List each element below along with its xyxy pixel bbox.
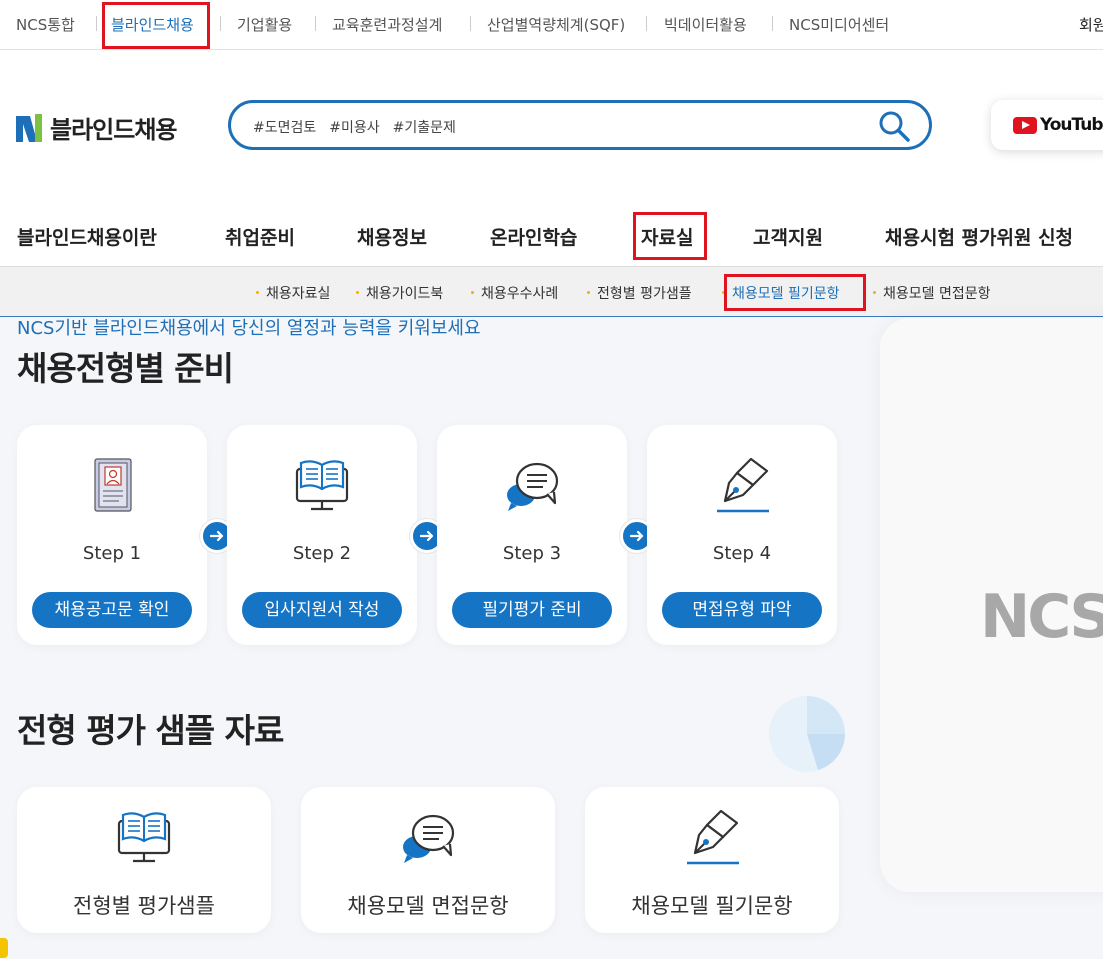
highlight-box [633, 212, 707, 260]
topbar-link-corporate[interactable]: 기업활용 [237, 14, 292, 35]
topbar-link-sqf[interactable]: 산업별역량체계(SQF) [487, 14, 625, 35]
top-utility-bar: NCS통합 블라인드채용 기업활용 교육훈련과정설계 산업별역량체계(SQF) … [0, 0, 1103, 50]
gnb-item-online-learning[interactable]: 온라인학습 [490, 223, 577, 250]
gnb-item-evaluator-apply[interactable]: 채용시험 평가위원 신청 [885, 223, 1073, 250]
chat-bubble-icon [403, 814, 455, 863]
topbar-divider [220, 16, 221, 31]
subnav-item-materials[interactable]: 채용자료실 [256, 283, 330, 303]
step-card-1[interactable]: Step 1 채용공고문 확인 [17, 425, 207, 645]
topbar-link-ncs[interactable]: NCS통합 [16, 14, 75, 35]
topbar-divider [772, 16, 773, 31]
search-tag[interactable]: #미용사 [329, 117, 379, 137]
step-button-application[interactable]: 입사지원서 작성 [242, 592, 402, 628]
step-button-job-posting[interactable]: 채용공고문 확인 [32, 592, 192, 628]
logo-text: 블라인드채용 [50, 116, 177, 144]
youtube-label: YouTube [1040, 115, 1103, 135]
corner-badge[interactable] [0, 938, 8, 958]
section-title-samples: 전형 평가 샘플 자료 [17, 711, 284, 750]
topbar-divider [470, 16, 471, 31]
step-label: Step 3 [502, 543, 562, 564]
site-logo[interactable]: 블라인드채용 [16, 110, 177, 145]
pen-nib-icon [687, 809, 739, 865]
step-card-2[interactable]: Step 2 입사지원서 작성 [227, 425, 417, 645]
youtube-play-icon [1013, 116, 1037, 134]
step-button-written-test[interactable]: 필기평가 준비 [452, 592, 612, 628]
gnb-item-recruit-info[interactable]: 채용정보 [357, 223, 427, 250]
subnav-item-guidebook[interactable]: 채용가이드북 [356, 283, 443, 303]
sample-card-written[interactable]: 채용모델 필기문항 [585, 787, 839, 933]
gnb-item-about[interactable]: 블라인드채용이란 [17, 223, 157, 250]
topbar-divider [315, 16, 316, 31]
sample-card-label: 채용모델 필기문항 [631, 894, 793, 918]
sub-navigation: 채용자료실 채용가이드북 채용우수사례 전형별 평가샘플 채용모델 필기문항 채… [0, 267, 1103, 317]
subnav-item-best-cases[interactable]: 채용우수사례 [471, 283, 558, 303]
step-button-interview-type[interactable]: 면접유형 파악 [662, 592, 822, 628]
topbar-link-bigdata[interactable]: 빅데이터활용 [664, 14, 747, 35]
subnav-item-interview-questions[interactable]: 채용모델 면접문항 [873, 283, 991, 303]
search-tag[interactable]: #기출문제 [393, 117, 456, 137]
search-box[interactable]: #도면검토 #미용사 #기출문제 [228, 100, 932, 150]
id-card-icon [94, 458, 132, 512]
ncs-logo-icon [16, 113, 42, 142]
youtube-button[interactable]: YouTube [991, 100, 1103, 150]
step-label: Step 4 [712, 543, 772, 564]
topbar-divider [96, 16, 97, 31]
ncs-watermark-logo: NCS [980, 582, 1103, 652]
step-label: Step 1 [82, 543, 142, 564]
highlight-box [724, 274, 866, 311]
highlight-box [102, 2, 210, 49]
topbar-link-training-design[interactable]: 교육훈련과정설계 [332, 14, 442, 35]
main-navigation: 블라인드채용이란 취업준비 채용정보 온라인학습 자료실 고객지원 채용시험 평… [0, 200, 1103, 267]
gnb-item-job-prep[interactable]: 취업준비 [225, 223, 295, 250]
header: 블라인드채용 #도면검토 #미용사 #기출문제 YouTube [0, 50, 1103, 200]
subnav-item-eval-samples[interactable]: 전형별 평가샘플 [587, 283, 692, 303]
book-monitor-icon [295, 460, 349, 511]
search-tag[interactable]: #도면검토 [253, 117, 316, 137]
side-banner: NCS [880, 318, 1103, 892]
step-card-4[interactable]: Step 4 면접유형 파악 [647, 425, 837, 645]
search-tag-list: #도면검토 #미용사 #기출문제 [253, 117, 456, 137]
gnb-item-support[interactable]: 고객지원 [753, 223, 823, 250]
sample-card-label: 전형별 평가샘플 [73, 894, 215, 918]
topbar-divider [646, 16, 647, 31]
topbar-link-member[interactable]: 회원 [1079, 14, 1103, 35]
pen-nib-icon [717, 457, 769, 513]
chat-bubble-icon [507, 462, 559, 511]
step-card-3[interactable]: Step 3 필기평가 준비 [437, 425, 627, 645]
section-title-preparation: 채용전형별 준비 [17, 349, 234, 388]
sample-card-eval[interactable]: 전형별 평가샘플 [17, 787, 271, 933]
decorative-pie-shape [769, 696, 845, 772]
book-monitor-icon [117, 812, 171, 863]
step-label: Step 2 [292, 543, 352, 564]
topbar-link-media-center[interactable]: NCS미디어센터 [789, 14, 889, 35]
sample-card-label: 채용모델 면접문항 [347, 894, 509, 918]
search-icon[interactable] [877, 109, 911, 143]
sample-card-interview[interactable]: 채용모델 면접문항 [301, 787, 555, 933]
page-tagline: NCS기반 블라인드채용에서 당신의 열정과 능력을 키워보세요 [17, 318, 481, 339]
